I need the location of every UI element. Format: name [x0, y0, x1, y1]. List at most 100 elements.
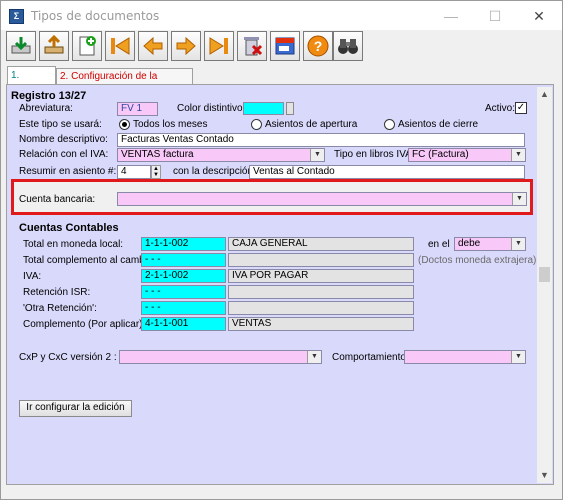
scroll-down-icon[interactable]: ▼ — [537, 468, 552, 483]
complemento-label: Complemento (Por aplicar): — [23, 319, 146, 330]
descripcion-label: con la descripción — [173, 166, 254, 177]
chevron-down-icon[interactable]: ▼ — [511, 351, 525, 363]
delete-icon — [244, 37, 263, 56]
previous-record-icon — [143, 36, 163, 56]
total-moneda-local-name: CAJA GENERAL — [228, 237, 414, 251]
color-swatch[interactable] — [243, 102, 284, 115]
svg-text:?: ? — [314, 38, 323, 54]
relacion-iva-label: Relación con el IVA: — [19, 149, 109, 160]
radio-todos-los-meses[interactable] — [119, 119, 130, 130]
resumir-asiento-label: Resumir en asiento #: — [19, 166, 117, 177]
radio-todos-los-meses-label: Todos los meses — [133, 119, 208, 130]
total-complemento-cambio-name — [228, 253, 414, 267]
new-document-button[interactable] — [72, 31, 102, 61]
debe-haber-value: debe — [458, 238, 481, 249]
comportamiento-select[interactable]: ▼ — [404, 350, 526, 364]
total-moneda-local-label: Total en moneda local: — [23, 239, 124, 250]
help-button[interactable]: ? — [303, 31, 333, 61]
next-record-button[interactable] — [171, 31, 201, 61]
chevron-down-icon[interactable]: ▼ — [512, 193, 526, 205]
cxp-cxc-version-select[interactable]: ▼ — [119, 350, 322, 364]
last-record-button[interactable] — [204, 31, 234, 61]
otra-retencion-name — [228, 301, 414, 315]
abreviatura-field[interactable]: FV 1 — [117, 102, 158, 116]
minimize-button[interactable]: — — [429, 2, 473, 31]
doctos-moneda-note: (Doctos moneda extrajera) — [418, 255, 537, 266]
tipo-libros-iva-label: Tipo en libros IVA: — [334, 149, 415, 160]
app-icon: Σ — [9, 9, 24, 24]
complemento-name: VENTAS — [228, 317, 414, 331]
search-binoculars-icon — [338, 39, 358, 54]
relacion-iva-select[interactable]: VENTAS factura ▼ — [117, 148, 325, 162]
total-complemento-cambio-label: Total complemento al cambio: — [23, 255, 156, 266]
retencion-isr-label: Retención ISR: — [23, 287, 91, 298]
nombre-descriptivo-input[interactable]: Facturas Ventas Contado — [117, 133, 525, 147]
radio-asientos-apertura-label: Asientos de apertura — [265, 119, 358, 130]
first-record-button[interactable] — [105, 31, 135, 61]
save-button[interactable] — [6, 31, 36, 61]
window-title: Tipos de documentos — [31, 9, 160, 23]
otra-retencion-label: 'Otra Retención': — [23, 303, 97, 314]
color-picker-button[interactable] — [286, 102, 294, 115]
total-complemento-cambio-code[interactable]: - - - — [141, 253, 226, 267]
vertical-scrollbar[interactable]: ▲ ▼ — [537, 87, 552, 483]
last-record-icon — [209, 37, 228, 55]
activo-label: Activo: — [485, 103, 516, 114]
title-bar: Σ Tipos de documentos — ☐ ✕ — [1, 1, 562, 30]
maximize-button[interactable]: ☐ — [473, 2, 517, 31]
first-record-icon — [111, 37, 130, 55]
chevron-down-icon[interactable]: ▼ — [310, 149, 324, 161]
scrollbar-thumb[interactable] — [539, 267, 550, 282]
tipo-libros-iva-select[interactable]: FC (Factura) ▼ — [408, 148, 526, 162]
scroll-up-icon[interactable]: ▲ — [537, 87, 552, 102]
print-button[interactable] — [270, 31, 300, 61]
cuenta-bancaria-label: Cuenta bancaria: — [19, 194, 96, 205]
previous-record-button[interactable] — [138, 31, 168, 61]
configure-edition-button[interactable]: Ir configurar la edición — [19, 400, 132, 417]
iva-label: IVA: — [23, 271, 42, 282]
resumir-asiento-input[interactable]: 4 — [117, 165, 151, 179]
descripcion-input[interactable]: Ventas al Contado — [249, 165, 525, 179]
retencion-isr-code[interactable]: - - - — [141, 285, 226, 299]
relacion-iva-value: VENTAS factura — [121, 149, 194, 160]
iva-name: IVA POR PAGAR — [228, 269, 414, 283]
complemento-code[interactable]: 4-1-1-001 — [141, 317, 226, 331]
new-document-icon — [79, 36, 96, 56]
tab-configuracion-edicion[interactable]: 2. Configuración de la edición — [56, 68, 193, 97]
total-moneda-local-code[interactable]: 1-1-1-002 — [141, 237, 226, 251]
print-icon — [275, 37, 295, 55]
chevron-down-icon[interactable]: ▼ — [511, 149, 525, 161]
cxp-cxc-version-label: CxP y CxC versión 2 : — [19, 352, 117, 363]
otra-retencion-code[interactable]: - - - — [141, 301, 226, 315]
uso-label: Este tipo se usará: — [19, 119, 102, 130]
retencion-isr-name — [228, 285, 414, 299]
radio-asientos-apertura[interactable] — [251, 119, 262, 130]
stepper-icon[interactable]: ▲ ▼ — [151, 165, 161, 179]
next-record-icon — [176, 36, 196, 56]
tab-basicos[interactable]: 1. Básicos — [7, 66, 56, 99]
iva-code[interactable]: 2-1-1-002 — [141, 269, 226, 283]
abreviatura-label: Abreviatura: — [19, 103, 73, 114]
tipo-libros-iva-value: FC (Factura) — [412, 149, 469, 160]
delete-button[interactable] — [237, 31, 267, 61]
chevron-down-icon[interactable]: ▼ — [511, 238, 525, 250]
en-el-label: en el — [428, 239, 450, 250]
chevron-down-icon[interactable]: ▼ — [307, 351, 321, 363]
export-button[interactable] — [39, 31, 69, 61]
record-label: Registro 13/27 — [11, 90, 87, 102]
nombre-descriptivo-label: Nombre descriptivo: — [19, 134, 108, 145]
cuentas-contables-title: Cuentas Contables — [19, 222, 119, 234]
comportamiento-label: Comportamiento: — [332, 352, 409, 363]
radio-asientos-cierre[interactable] — [384, 119, 395, 130]
toolbar: ? — [6, 31, 363, 62]
radio-asientos-cierre-label: Asientos de cierre — [398, 119, 479, 130]
export-icon — [44, 34, 64, 54]
close-button[interactable]: ✕ — [517, 2, 561, 31]
help-icon: ? — [307, 35, 329, 57]
search-button[interactable] — [333, 31, 363, 61]
cuenta-bancaria-select[interactable]: ▼ — [117, 192, 527, 206]
activo-checkbox[interactable]: ✓ — [515, 102, 527, 114]
color-distintivo-label: Color distintivo: — [177, 103, 246, 114]
save-icon — [11, 37, 31, 54]
debe-haber-select[interactable]: debe ▼ — [454, 237, 526, 251]
